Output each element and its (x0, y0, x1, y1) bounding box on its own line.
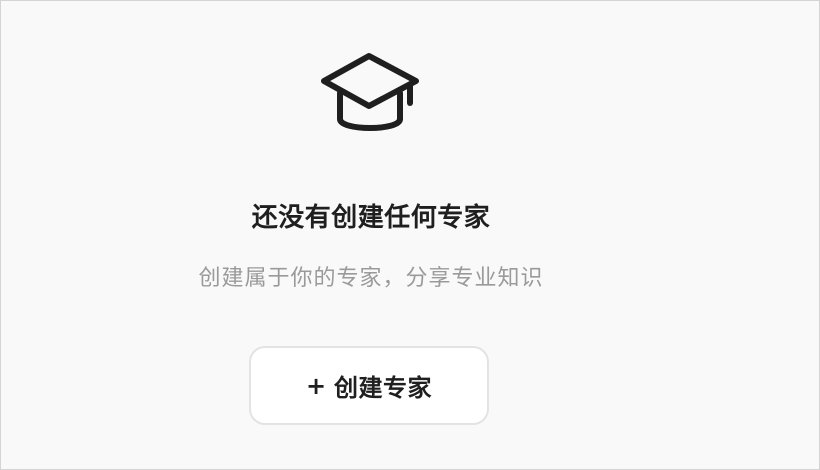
create-expert-button[interactable]: + 创建专家 (249, 346, 489, 425)
graduation-cap-icon (321, 53, 419, 131)
create-expert-button-label: 创建专家 (334, 374, 433, 402)
plus-icon: + (305, 371, 327, 400)
empty-state-panel: 还没有创建任何专家 创建属于你的专家，分享专业知识 + 创建专家 (0, 0, 820, 470)
empty-state-title: 还没有创建任何专家 (251, 203, 491, 233)
empty-state-subtitle: 创建属于你的专家，分享专业知识 (198, 266, 544, 291)
